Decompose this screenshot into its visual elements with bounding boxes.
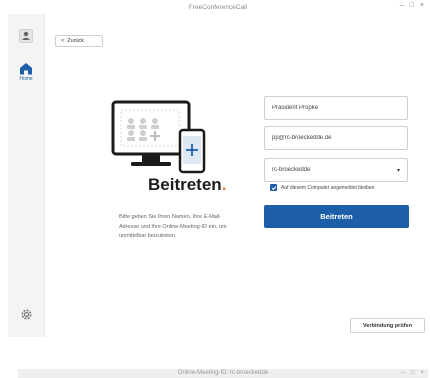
sidebar-item-label: Home bbox=[19, 76, 33, 82]
email-field[interactable] bbox=[264, 126, 408, 150]
second-window-title: Online-Meeting-ID: rc-broeckedde bbox=[177, 370, 269, 376]
sidebar-item-home[interactable]: Home bbox=[18, 62, 34, 88]
home-icon bbox=[20, 63, 32, 75]
user-profile-icon[interactable] bbox=[19, 29, 33, 43]
join-button[interactable]: Beitreten bbox=[264, 205, 409, 228]
name-field[interactable] bbox=[264, 96, 408, 120]
instructions-text: Bitte geben Sie Ihren Namen, Ihre E-Mail… bbox=[119, 214, 227, 239]
heading-dot: . bbox=[221, 175, 227, 194]
join-illustration bbox=[111, 100, 211, 178]
back-button[interactable]: < Zurück bbox=[55, 35, 103, 47]
heading-text: Beitreten bbox=[148, 175, 222, 194]
remember-me-row[interactable]: Auf diesem Computer angemeldet bleiben bbox=[270, 184, 374, 191]
second-minimize-button[interactable]: – bbox=[402, 370, 405, 376]
remember-me-checkbox[interactable] bbox=[270, 184, 277, 191]
second-window-controls: – □ × bbox=[402, 370, 424, 376]
name-input[interactable] bbox=[272, 105, 407, 111]
meeting-id-value: rc-broeckedde bbox=[272, 167, 311, 173]
maximize-button[interactable]: □ bbox=[410, 2, 414, 9]
meeting-id-select[interactable]: rc-broeckedde ▾ bbox=[264, 158, 408, 182]
minimize-button[interactable]: – bbox=[400, 2, 404, 9]
back-label: Zurück bbox=[67, 38, 85, 44]
page-title: Beitreten. bbox=[148, 175, 226, 195]
window-title: FreeConferenceCall bbox=[188, 3, 248, 11]
test-connection-button[interactable]: Verbindung prüfen bbox=[350, 318, 425, 333]
second-close-button[interactable]: × bbox=[420, 370, 424, 376]
chevron-left-icon: < bbox=[61, 38, 65, 44]
second-maximize-button[interactable]: □ bbox=[411, 370, 415, 376]
sidebar: Home bbox=[8, 14, 45, 337]
checkmark-icon bbox=[271, 185, 276, 190]
dropdown-caret-icon: ▾ bbox=[396, 168, 400, 174]
email-input[interactable] bbox=[272, 135, 407, 141]
remember-me-label: Auf diesem Computer angemeldet bleiben bbox=[281, 184, 375, 191]
second-window-title-bar: Online-Meeting-ID: rc-broeckedde – □ × bbox=[18, 369, 428, 378]
settings-gear-icon[interactable] bbox=[20, 308, 33, 321]
title-bar: FreeConferenceCall – □ × bbox=[8, 0, 428, 14]
app-window: FreeConferenceCall – □ × Home < Zurück B… bbox=[8, 0, 428, 337]
window-controls: – □ × bbox=[400, 2, 424, 9]
close-button[interactable]: × bbox=[420, 2, 424, 9]
